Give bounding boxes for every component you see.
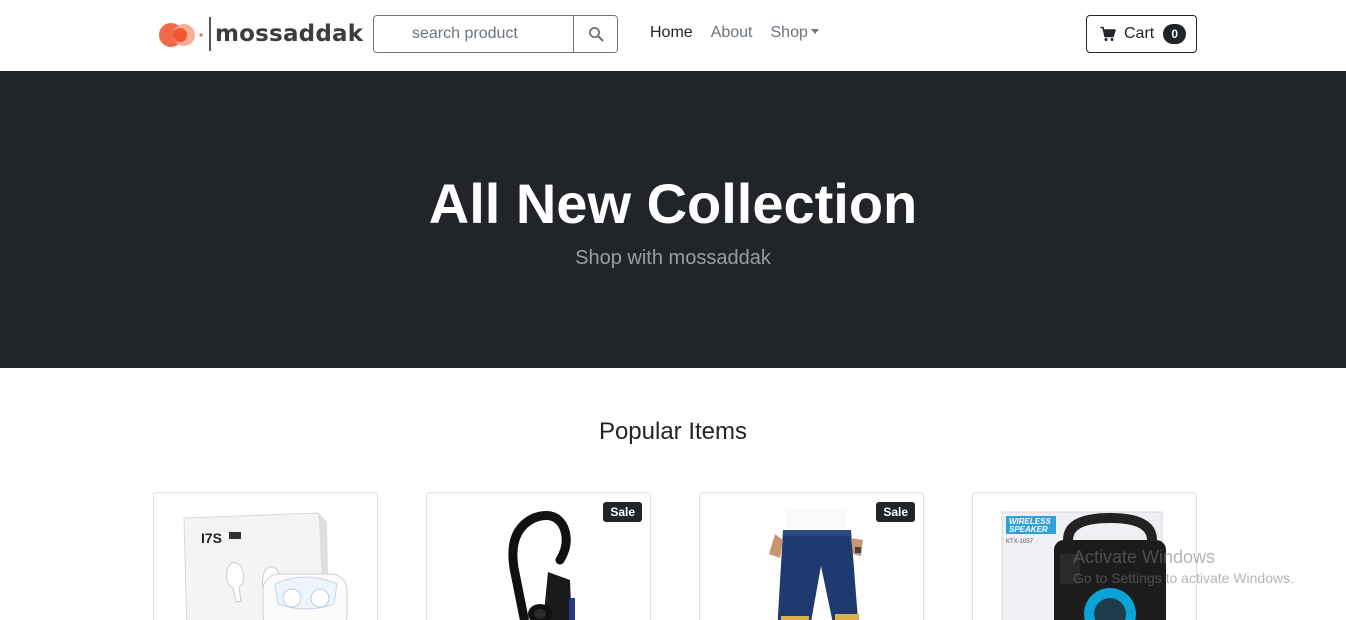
earbuds-box-label: I7S [201, 530, 222, 546]
speaker-box-label-2: SPEAKER [1009, 525, 1048, 534]
main-nav: Home About Shop [650, 24, 837, 42]
hero-banner: All New Collection Shop with mossaddak [0, 71, 1346, 368]
brand-name: mossaddak [215, 21, 364, 47]
product-card[interactable]: WIRELESS SPEAKER KTX-1057 [972, 492, 1197, 620]
product-card[interactable]: Sale [699, 492, 924, 620]
product-card[interactable]: Sale [426, 492, 651, 620]
cart-button[interactable]: Cart 0 [1086, 15, 1197, 53]
nav-about[interactable]: About [711, 24, 753, 42]
product-card[interactable]: I7S [153, 492, 378, 620]
speaker-image: WIRELESS SPEAKER KTX-1057 [1001, 511, 1166, 620]
sale-badge: Sale [876, 502, 915, 522]
hero-subtitle: Shop with mossaddak [575, 247, 771, 269]
sale-badge: Sale [603, 502, 642, 522]
search-form [373, 15, 618, 53]
caret-down-icon [810, 29, 819, 34]
logo-icon [159, 23, 203, 47]
earbuds-image: I7S [183, 512, 348, 620]
brand-logo[interactable]: mossaddak [157, 14, 363, 54]
nav-home[interactable]: Home [650, 24, 693, 42]
navbar: mossaddak Home About Shop Cart 0 [0, 0, 1346, 71]
cart-label: Cart [1124, 25, 1155, 42]
nav-shop-dropdown[interactable]: Shop [771, 24, 819, 42]
nav-shop-label: Shop [770, 24, 808, 41]
hero-title: All New Collection [428, 172, 918, 235]
search-input[interactable] [374, 16, 573, 52]
cart-count-badge: 0 [1163, 24, 1187, 44]
headset-image [508, 511, 575, 620]
jeans-image [769, 510, 863, 620]
section-title: Popular Items [598, 418, 748, 445]
search-icon [588, 27, 604, 42]
cart-icon [1100, 26, 1116, 41]
speaker-model-label: KTX-1057 [1006, 539, 1034, 545]
search-button[interactable] [573, 16, 617, 52]
brand-divider [209, 17, 211, 51]
